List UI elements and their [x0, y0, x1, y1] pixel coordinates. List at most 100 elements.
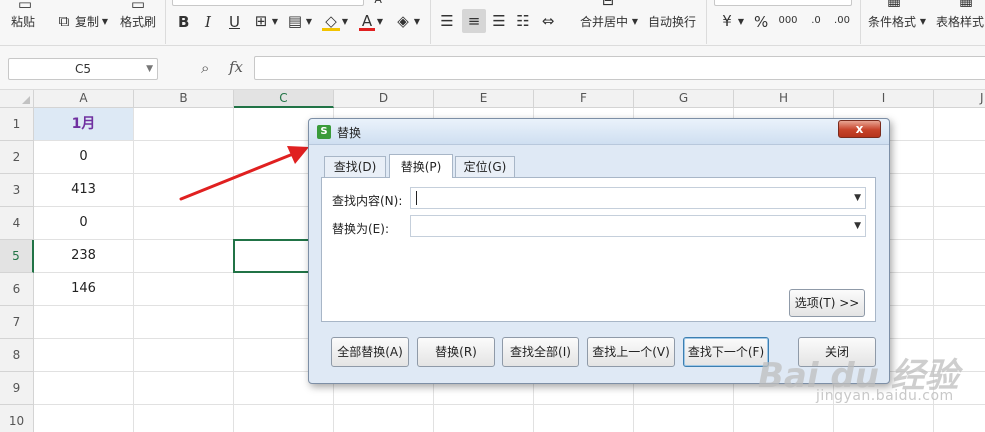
format-painter-button[interactable]: 格式刷: [120, 12, 156, 32]
replace-dialog: S 替换 x 查找(D) 替换(P) 定位(G) 查找内容(N): ▼ 替换为(…: [308, 118, 890, 384]
row-header-6[interactable]: 6: [0, 273, 34, 306]
font-color-dropdown-icon[interactable]: ▼: [375, 12, 385, 32]
replace-history-dropdown-icon[interactable]: ▼: [854, 216, 861, 236]
cell-a9[interactable]: [34, 372, 134, 405]
thousands-separator-icon[interactable]: 000: [778, 11, 798, 31]
row-header-5[interactable]: 5: [0, 240, 34, 273]
find-next-button[interactable]: 查找下一个(F): [683, 337, 769, 367]
replace-button[interactable]: 替换(R): [417, 337, 495, 367]
decrease-decimal-icon[interactable]: .00: [832, 11, 852, 31]
copy-icon[interactable]: ⧉: [56, 11, 72, 31]
align-right-icon[interactable]: ☰: [490, 11, 508, 31]
row-header-4[interactable]: 4: [0, 207, 34, 240]
row-header-9[interactable]: 9: [0, 372, 34, 405]
column-header-i[interactable]: I: [834, 90, 934, 108]
currency-icon[interactable]: ¥: [718, 11, 736, 31]
font-color-icon[interactable]: A: [359, 11, 375, 31]
cell-a4[interactable]: 0: [34, 207, 134, 240]
wrap-text-button[interactable]: 自动换行: [648, 12, 696, 32]
align-center-icon[interactable]: ≡: [465, 11, 483, 31]
justify-icon[interactable]: ☷: [514, 11, 532, 31]
find-content-input[interactable]: ▼: [410, 187, 866, 209]
clear-format-dropdown-icon[interactable]: ▼: [412, 12, 422, 32]
font-name-box[interactable]: [172, 0, 364, 6]
number-format-box[interactable]: [714, 0, 852, 6]
row-header-10[interactable]: 10: [0, 405, 34, 432]
cell-a2[interactable]: 0: [34, 141, 134, 174]
formula-input[interactable]: [254, 56, 985, 80]
column-header-c[interactable]: C: [234, 90, 334, 108]
find-history-dropdown-icon[interactable]: ▼: [854, 188, 861, 208]
replace-with-input[interactable]: ▼: [410, 215, 866, 237]
row-header-1[interactable]: 1: [0, 108, 34, 141]
column-header-j[interactable]: J: [934, 90, 985, 108]
cell-a5[interactable]: 238: [34, 240, 134, 273]
fill-color-icon[interactable]: ◇: [322, 11, 340, 31]
replace-all-button[interactable]: 全部替换(A): [331, 337, 409, 367]
options-button[interactable]: 选项(T) >>: [789, 289, 865, 317]
merge-center-dropdown-icon[interactable]: ▼: [630, 12, 640, 32]
row-header-8[interactable]: 8: [0, 339, 34, 372]
fill-color-dropdown-icon[interactable]: ▼: [340, 12, 350, 32]
row-header-3[interactable]: 3: [0, 174, 34, 207]
merge-center-icon[interactable]: ⊟: [598, 0, 618, 10]
font-size-up-icon[interactable]: A⁺: [370, 0, 392, 10]
bold-button[interactable]: B: [178, 12, 189, 32]
clear-format-icon[interactable]: ◈: [394, 11, 412, 31]
column-header-h[interactable]: H: [734, 90, 834, 108]
column-header-e[interactable]: E: [434, 90, 534, 108]
conditional-format-button[interactable]: 条件格式: [868, 12, 916, 32]
tab-find[interactable]: 查找(D): [324, 156, 386, 178]
close-icon[interactable]: x: [838, 120, 881, 138]
underline-button[interactable]: U: [229, 12, 240, 32]
merge-center-button[interactable]: 合并居中: [580, 12, 628, 32]
column-header-g[interactable]: G: [634, 90, 734, 108]
cell-a6[interactable]: 146: [34, 273, 134, 306]
table-style-button[interactable]: 表格样式: [936, 12, 984, 32]
conditional-format-icon[interactable]: ▦: [884, 0, 904, 10]
border-icon[interactable]: ⊞: [252, 11, 270, 31]
conditional-format-dropdown-icon[interactable]: ▼: [918, 12, 928, 32]
column-header-d[interactable]: D: [334, 90, 434, 108]
table-style-icon[interactable]: ▦: [956, 0, 976, 10]
zoom-search-icon[interactable]: ⌕: [201, 59, 209, 77]
percent-button[interactable]: %: [754, 12, 768, 32]
row-header-7[interactable]: 7: [0, 306, 34, 339]
red-arrow-annotation: [179, 146, 309, 201]
select-all-corner[interactable]: [0, 90, 34, 108]
row-header-2[interactable]: 2: [0, 141, 34, 174]
cell-a1[interactable]: 1月: [34, 108, 134, 141]
find-all-button[interactable]: 查找全部(I): [502, 337, 579, 367]
tab-replace[interactable]: 替换(P): [389, 154, 453, 178]
tab-goto[interactable]: 定位(G): [455, 156, 515, 178]
column-header-b[interactable]: B: [134, 90, 234, 108]
find-previous-button[interactable]: 查找上一个(V): [587, 337, 675, 367]
cell-reference: C5: [74, 62, 91, 76]
currency-dropdown-icon[interactable]: ▼: [736, 12, 746, 32]
text-caret: [416, 191, 417, 205]
paste-button[interactable]: 粘贴: [11, 12, 35, 32]
cell-a7[interactable]: [34, 306, 134, 339]
cell-a8[interactable]: [34, 339, 134, 372]
baidu-watermark: Bai du 经验 jingyan.baidu.com: [758, 348, 983, 432]
name-box-dropdown-icon[interactable]: ▼: [146, 59, 153, 79]
cell-style-dropdown-icon[interactable]: ▼: [304, 12, 314, 32]
fx-icon[interactable]: fx: [229, 58, 243, 76]
cell-style-icon[interactable]: ▤: [286, 11, 304, 31]
name-box[interactable]: C5 ▼: [8, 58, 158, 80]
column-header-a[interactable]: A: [34, 90, 134, 108]
distribute-icon[interactable]: ⇔: [539, 11, 557, 31]
ribbon-separator: [165, 0, 166, 44]
italic-button[interactable]: I: [205, 12, 211, 32]
column-header-f[interactable]: F: [534, 90, 634, 108]
align-left-icon[interactable]: ☰: [438, 11, 456, 31]
border-dropdown-icon[interactable]: ▼: [270, 12, 280, 32]
wps-app-icon: S: [317, 125, 331, 139]
ribbon-separator: [430, 0, 431, 44]
copy-dropdown-icon[interactable]: ▼: [100, 12, 110, 32]
increase-decimal-icon[interactable]: .0: [806, 11, 826, 31]
cell-a3[interactable]: 413: [34, 174, 134, 207]
cell-a10[interactable]: [34, 405, 134, 432]
dialog-titlebar[interactable]: S 替换 x: [309, 119, 889, 145]
copy-button[interactable]: 复制: [75, 12, 99, 32]
